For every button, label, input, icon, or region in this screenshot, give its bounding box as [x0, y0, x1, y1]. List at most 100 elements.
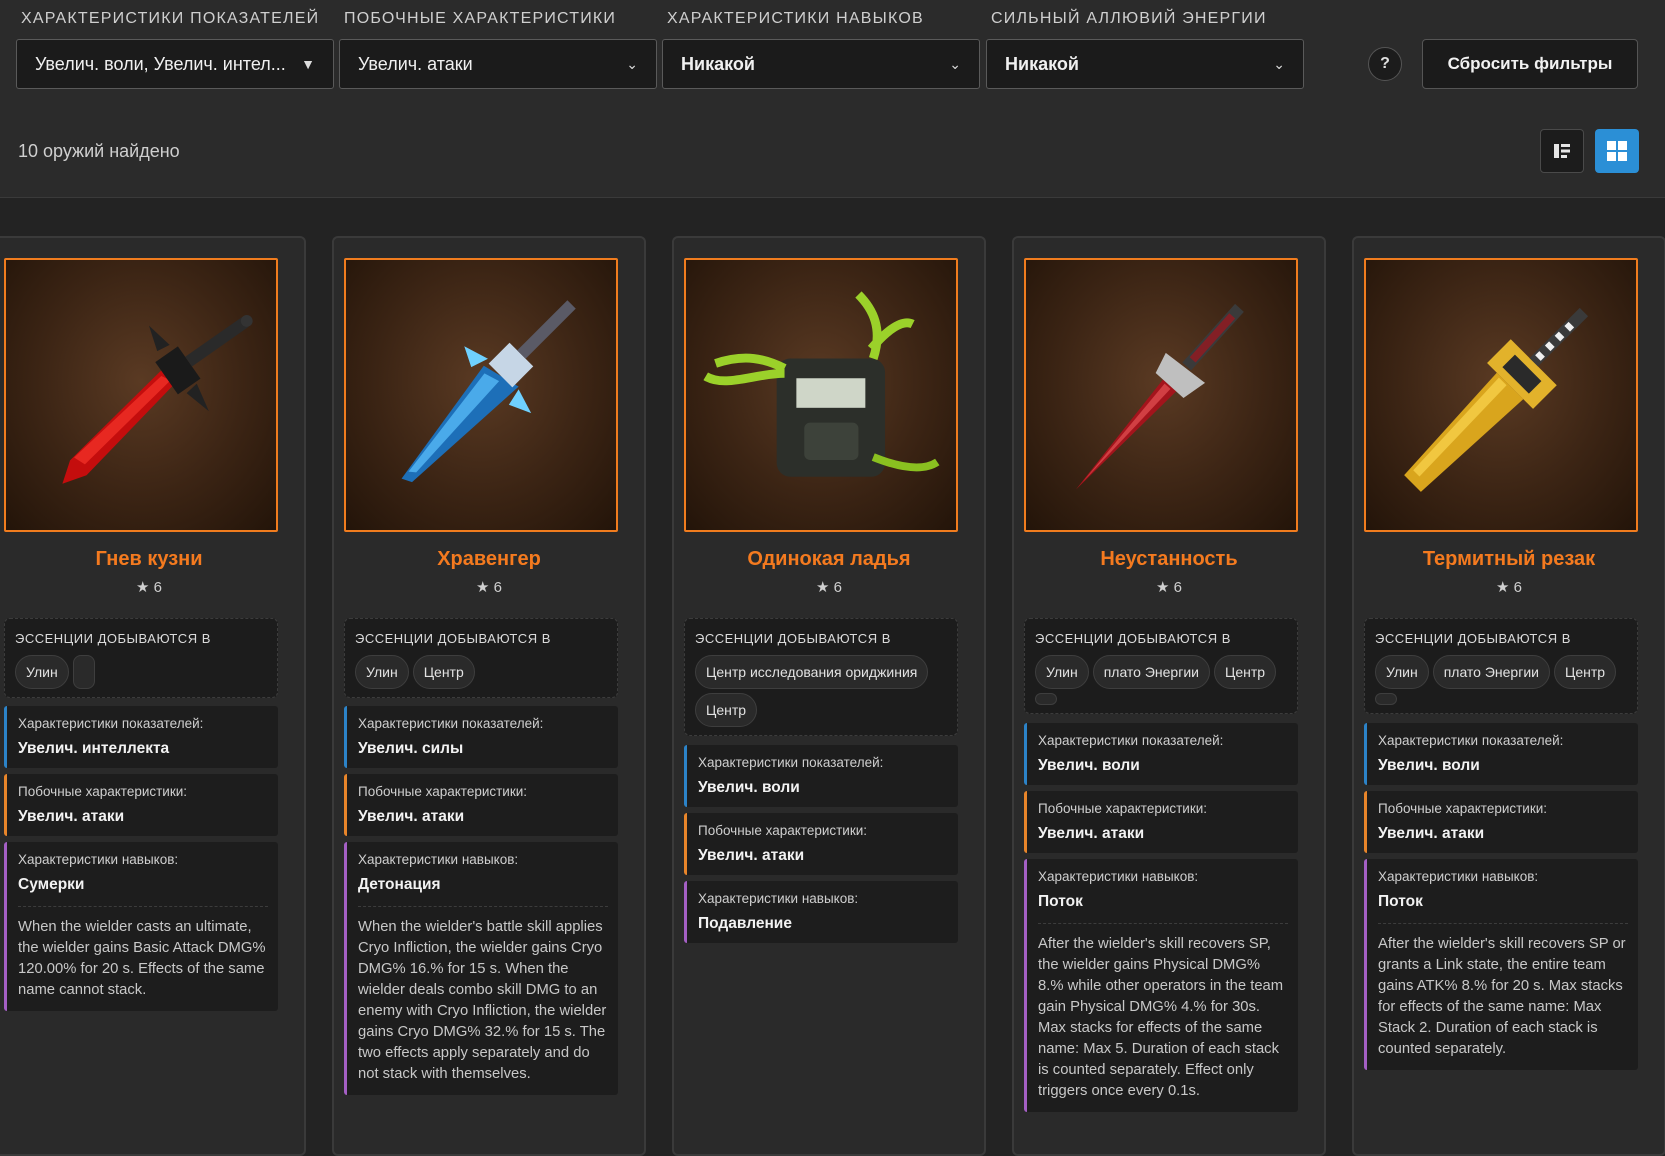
primary-stat: Характеристики показателей: Увелич. воли: [684, 745, 958, 807]
location-chip[interactable]: Центр: [695, 693, 758, 727]
location-chip[interactable]: Центр: [1553, 655, 1617, 689]
location-chip[interactable]: [1035, 693, 1057, 705]
stat-label: Характеристики навыков:: [18, 852, 179, 867]
stat-label: Характеристики показателей:: [1378, 733, 1564, 748]
essence-label: ЭССЕНЦИИ ДОБЫВАЮТСЯ В: [355, 631, 551, 646]
stat-value: Поток: [1378, 893, 1423, 910]
stat-label: Побочные характеристики:: [1038, 801, 1208, 816]
stat-label: Характеристики навыков:: [1378, 869, 1539, 884]
secondary-stat: Побочные характеристики: Увелич. атаки: [1364, 791, 1638, 853]
secondary-stat: Побочные характеристики: Увелич. атаки: [4, 774, 278, 836]
stat-label: Характеристики навыков:: [358, 852, 519, 867]
skill-stats-select[interactable]: Никакой ⌄: [662, 39, 980, 89]
primary-stat: Характеристики показателей: Увелич. воли: [1364, 723, 1638, 785]
stat-value: Увелич. воли: [698, 779, 800, 796]
secondary-stat: Побочные характеристики: Увелич. атаки: [684, 813, 958, 875]
primary-stat: Характеристики показателей: Увелич. инте…: [4, 706, 278, 768]
stat-value: Увелич. атаки: [698, 847, 805, 864]
stat-label: Характеристики навыков:: [1038, 869, 1199, 884]
skill-description: After the wielder's skill recovers SP, t…: [1038, 923, 1288, 1102]
help-button[interactable]: ?: [1368, 47, 1402, 81]
results-count: 10 оружий найдено: [18, 141, 180, 161]
location-chip[interactable]: Улин: [15, 655, 69, 689]
secondary-stat: Побочные характеристики: Увелич. атаки: [344, 774, 618, 836]
filter-label: ХАРАКТЕРИСТИКИ НАВЫКОВ: [667, 10, 924, 27]
stat-value: Увелич. воли: [1038, 757, 1140, 774]
filter-label: ХАРАКТЕРИСТИКИ ПОКАЗАТЕЛЕЙ: [21, 10, 320, 27]
filter-label: СИЛЬНЫЙ АЛЛЮВИЙ ЭНЕРГИИ: [991, 10, 1267, 27]
location-chip[interactable]: Улин: [355, 655, 409, 689]
select-value: Увелич. атаки: [358, 53, 473, 74]
weapon-card[interactable]: Хравенгер ★ 6 ЭССЕНЦИИ ДОБЫВАЮТСЯ В Улин…: [332, 236, 646, 1156]
filter-bar: ХАРАКТЕРИСТИКИ ПОКАЗАТЕЛЕЙ Увелич. воли,…: [0, 0, 1665, 198]
filter-label: ПОБОЧНЫЕ ХАРАКТЕРИСТИКИ: [344, 10, 617, 27]
location-chip[interactable]: Улин: [1035, 655, 1089, 689]
stat-value: Сумерки: [18, 876, 85, 893]
weapon-name: Термитный резак: [1422, 548, 1596, 570]
stat-label: Побочные характеристики:: [1378, 801, 1548, 816]
dropdown-arrow-icon: ▼: [301, 56, 315, 72]
weapon-image: [4, 258, 278, 532]
weapon-stats: Характеристики показателей: Увелич. воли…: [1024, 723, 1298, 1118]
skill-description: When the wielder's battle skill applies …: [358, 906, 608, 1085]
secondary-stat: Побочные характеристики: Увелич. атаки: [1024, 791, 1298, 853]
stat-value: Увелич. интеллекта: [18, 740, 170, 757]
select-value: Увелич. воли, Увелич. интел...: [35, 53, 286, 74]
grid-view-icon: [1607, 141, 1627, 161]
weapon-image: [1364, 258, 1638, 532]
stat-label: Характеристики показателей:: [1038, 733, 1224, 748]
weapon-name: Неустанность: [1100, 548, 1238, 570]
skill-stat: Характеристики навыков: Поток After the …: [1024, 859, 1298, 1112]
energy-alluvium-select[interactable]: Никакой ⌄: [986, 39, 1304, 89]
stat-label: Побочные характеристики:: [358, 784, 528, 799]
antler-gauntlet-icon: [703, 291, 940, 477]
reset-filters-button[interactable]: Сбросить фильтры: [1422, 39, 1638, 89]
stat-label: Побочные характеристики:: [698, 823, 868, 838]
weapon-card[interactable]: Гнев кузни ★ 6 ЭССЕНЦИИ ДОБЫВАЮТСЯ В Ули…: [0, 236, 306, 1156]
stat-value: Поток: [1038, 893, 1083, 910]
stat-value: Увелич. воли: [1378, 757, 1480, 774]
location-chip[interactable]: Центр: [1213, 655, 1277, 689]
essence-label: ЭССЕНЦИИ ДОБЫВАЮТСЯ В: [1035, 631, 1231, 646]
list-view-icon: [1554, 144, 1570, 158]
secondary-stats-select[interactable]: Увелич. атаки ⌄: [339, 39, 657, 89]
skill-description: When the wielder casts an ultimate, the …: [18, 906, 268, 1001]
location-chip[interactable]: [72, 655, 95, 689]
location-chip[interactable]: Центр исследования ориджиния: [695, 655, 929, 689]
essence-locations: ЭССЕНЦИИ ДОБЫВАЮТСЯ В Улин Центр: [344, 618, 618, 698]
location-chip[interactable]: Центр: [412, 655, 475, 689]
stat-label: Характеристики показателей:: [358, 716, 544, 731]
essence-locations: ЭССЕНЦИИ ДОБЫВАЮТСЯ В Улин плато Энергии…: [1364, 618, 1638, 714]
grid-view-button[interactable]: [1595, 129, 1639, 173]
list-view-button[interactable]: [1540, 129, 1584, 173]
chevron-down-icon: ⌄: [949, 55, 961, 72]
crimson-blade-icon: [1075, 303, 1244, 490]
weapon-rating: ★ 6: [476, 579, 502, 596]
primary-stat: Характеристики показателей: Увелич. силы: [344, 706, 618, 768]
skill-stat: Характеристики навыков: Подавление: [684, 881, 958, 943]
weapon-stats: Характеристики показателей: Увелич. инте…: [4, 706, 278, 1017]
skill-stat: Характеристики навыков: Детонация When t…: [344, 842, 618, 1095]
essence-locations: ЭССЕНЦИИ ДОБЫВАЮТСЯ В Улин плато Энергии…: [1024, 618, 1298, 714]
weapon-stats: Характеристики показателей: Увелич. воли…: [684, 745, 958, 949]
essence-locations: ЭССЕНЦИИ ДОБЫВАЮТСЯ В Улин: [4, 618, 278, 698]
skill-stat: Характеристики навыков: Сумерки When the…: [4, 842, 278, 1011]
weapon-card[interactable]: Неустанность ★ 6 ЭССЕНЦИИ ДОБЫВАЮТСЯ В У…: [1012, 236, 1326, 1156]
weapon-card[interactable]: Одинокая ладья ★ 6 ЭССЕНЦИИ ДОБЫВАЮТСЯ В…: [672, 236, 986, 1156]
stat-value: Увелич. атаки: [1038, 825, 1145, 842]
stat-value: Увелич. атаки: [1378, 825, 1485, 842]
stat-value: Увелич. атаки: [358, 808, 465, 825]
primary-stats-select[interactable]: Увелич. воли, Увелич. интел... ▼: [16, 39, 334, 89]
chevron-down-icon: ⌄: [1273, 55, 1285, 72]
location-chip[interactable]: плато Энергии: [1092, 655, 1210, 689]
location-chip[interactable]: Улин: [1375, 655, 1429, 689]
weapon-rating: ★ 6: [816, 579, 842, 596]
weapon-image: [684, 258, 958, 532]
essence-locations: ЭССЕНЦИИ ДОБЫВАЮТСЯ В Центр исследования…: [684, 618, 958, 736]
location-chip[interactable]: [1375, 693, 1397, 705]
weapon-rating: ★ 6: [1156, 579, 1182, 596]
stat-value: Подавление: [698, 915, 792, 932]
location-chip[interactable]: плато Энергии: [1432, 655, 1550, 689]
ice-sword-icon: [401, 300, 576, 483]
weapon-card[interactable]: Термитный резак ★ 6 ЭССЕНЦИИ ДОБЫВАЮТСЯ …: [1352, 236, 1665, 1156]
